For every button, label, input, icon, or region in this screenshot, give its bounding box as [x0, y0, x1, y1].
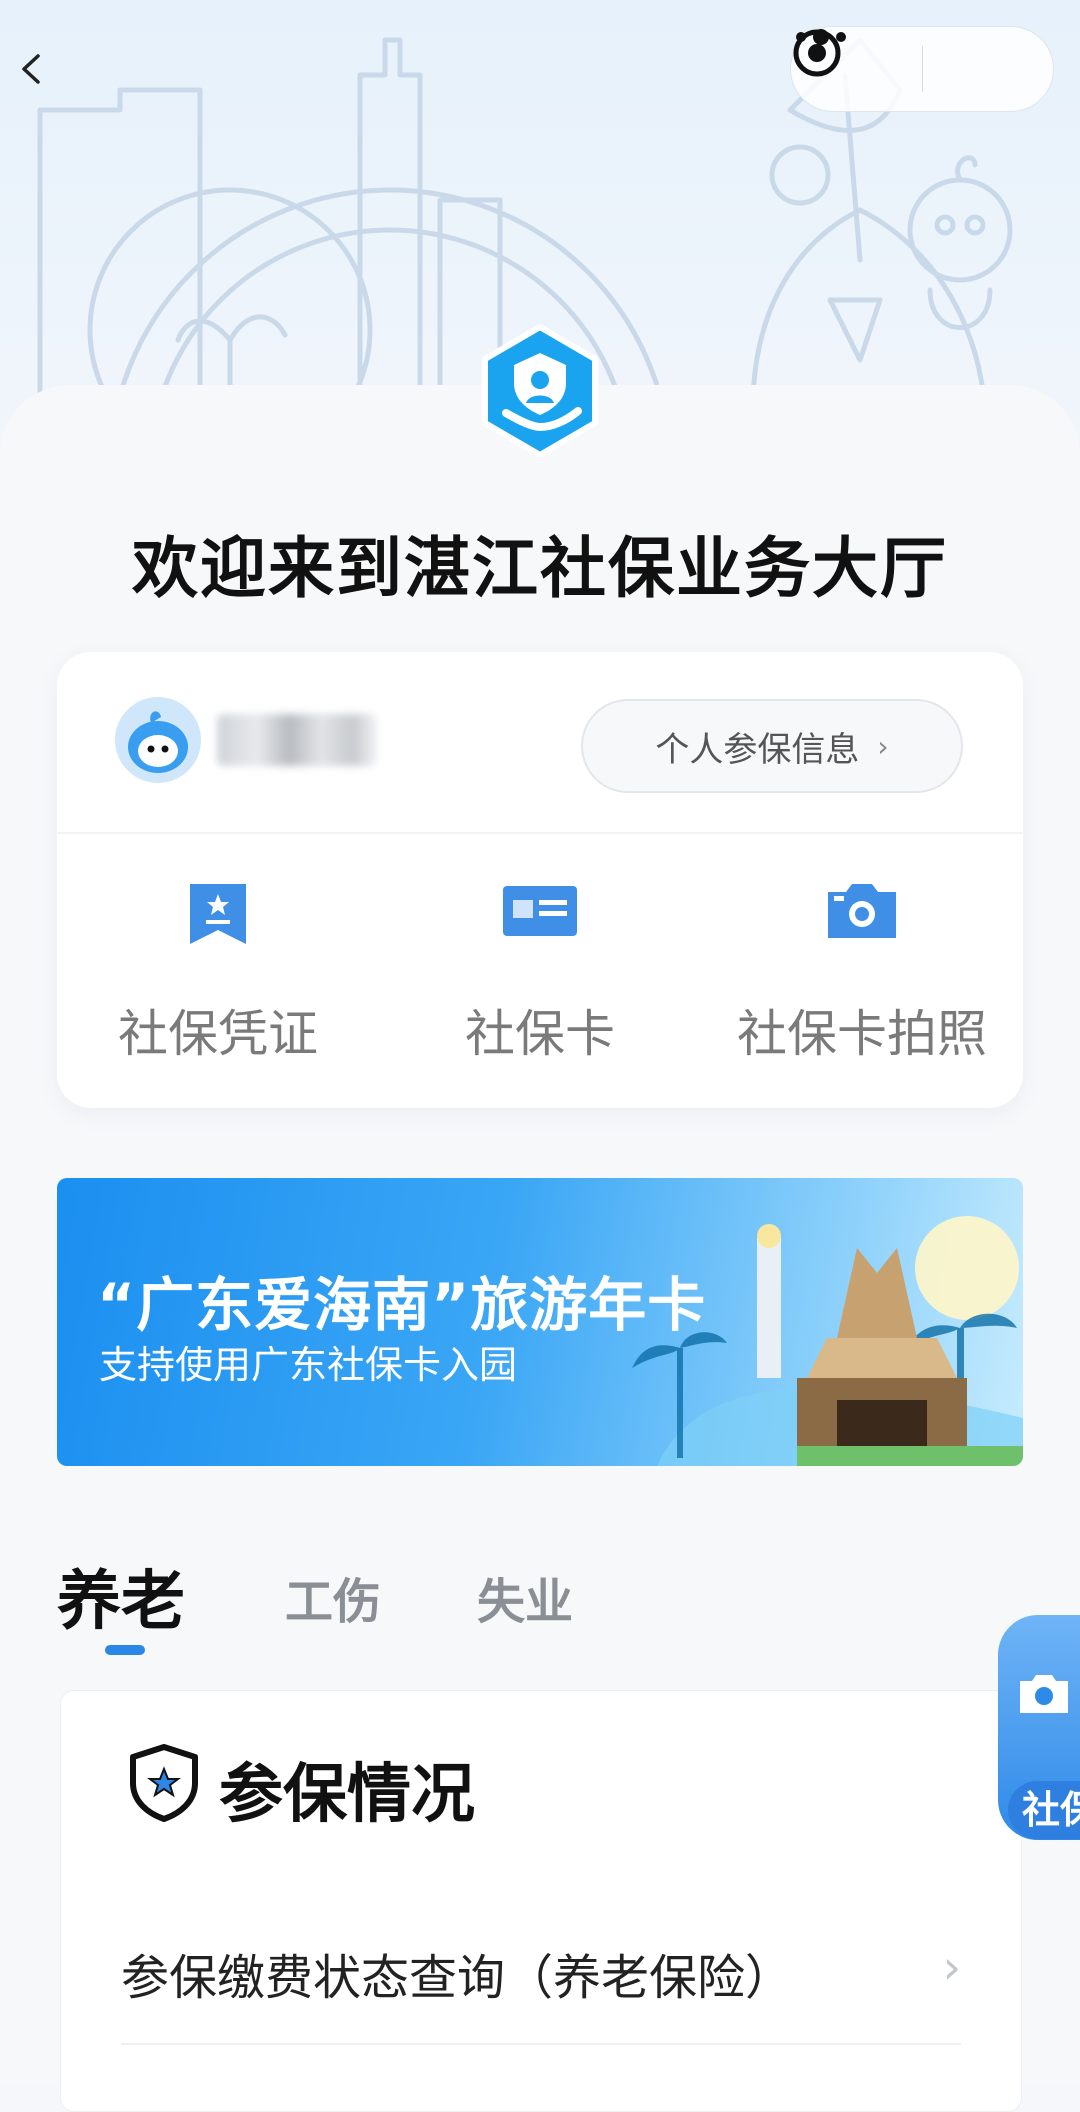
page-title: 欢迎来到湛江社保业务大厅 [132, 530, 948, 607]
service-label: 社保凭证 [118, 1005, 318, 1063]
service-label: 社保卡拍照 [737, 1005, 987, 1063]
pension-payment-status-query[interactable]: 参保缴费状态查询（养老保险） › [121, 1926, 961, 2016]
back-button[interactable] [18, 52, 68, 102]
insurance-status-panel: 参保情况 参保缴费状态查询（养老保险） › [60, 1690, 1022, 2112]
tab-unemployment[interactable]: 失业 [477, 1562, 573, 1632]
chevron-right-icon: › [877, 729, 889, 763]
promo-banner[interactable]: “广东爱海南”旅游年卡 支持使用广东社保卡入园 [57, 1178, 1023, 1466]
active-tab-indicator [105, 1645, 145, 1655]
tab-pension[interactable]: 养老 [57, 1550, 185, 1642]
personal-insurance-info-button[interactable]: 个人参保信息 › [581, 699, 963, 793]
certificate-icon [190, 884, 246, 944]
id-card-icon [503, 886, 577, 936]
chevron-left-icon [22, 54, 40, 84]
camera-icon [1020, 1675, 1068, 1713]
service-label: 社保卡 [465, 1005, 615, 1063]
close-button[interactable] [793, 26, 1054, 112]
user-name-redacted [217, 714, 377, 766]
service-social-security-card[interactable]: 社保卡 [379, 834, 701, 1108]
app-logo [474, 324, 606, 458]
account-card: 个人参保信息 › 社保凭证 社保卡 社保卡拍照 [57, 652, 1023, 1108]
camera-icon [828, 884, 896, 938]
avatar[interactable] [115, 697, 201, 783]
floating-photo-badge[interactable]: 社保 [998, 1615, 1080, 1840]
user-row: 个人参保信息 › [57, 652, 1023, 832]
row-divider [121, 2043, 961, 2045]
row-label: 参保缴费状态查询（养老保险） [121, 1950, 794, 2006]
banner-title: “广东爱海南”旅游年卡 [97, 1271, 707, 1339]
mascot-avatar-icon [115, 697, 201, 783]
banner-subtitle: 支持使用广东社保卡入园 [99, 1343, 518, 1387]
personal-info-label: 个人参保信息 [655, 729, 860, 770]
service-card-photo[interactable]: 社保卡拍照 [701, 834, 1023, 1108]
service-certificate[interactable]: 社保凭证 [57, 834, 379, 1108]
panel-title: 参保情况 [219, 1758, 475, 1832]
social-security-logo-icon [482, 324, 598, 458]
shield-star-icon [130, 1744, 198, 1822]
mini-program-capsule [790, 26, 1054, 112]
tab-work-injury[interactable]: 工伤 [285, 1562, 381, 1632]
service-shortcuts: 社保凭证 社保卡 社保卡拍照 [57, 834, 1023, 1108]
floating-badge-label: 社保 [1008, 1781, 1080, 1839]
target-circle-icon [793, 29, 841, 77]
chevron-right-icon: › [942, 1940, 961, 1994]
